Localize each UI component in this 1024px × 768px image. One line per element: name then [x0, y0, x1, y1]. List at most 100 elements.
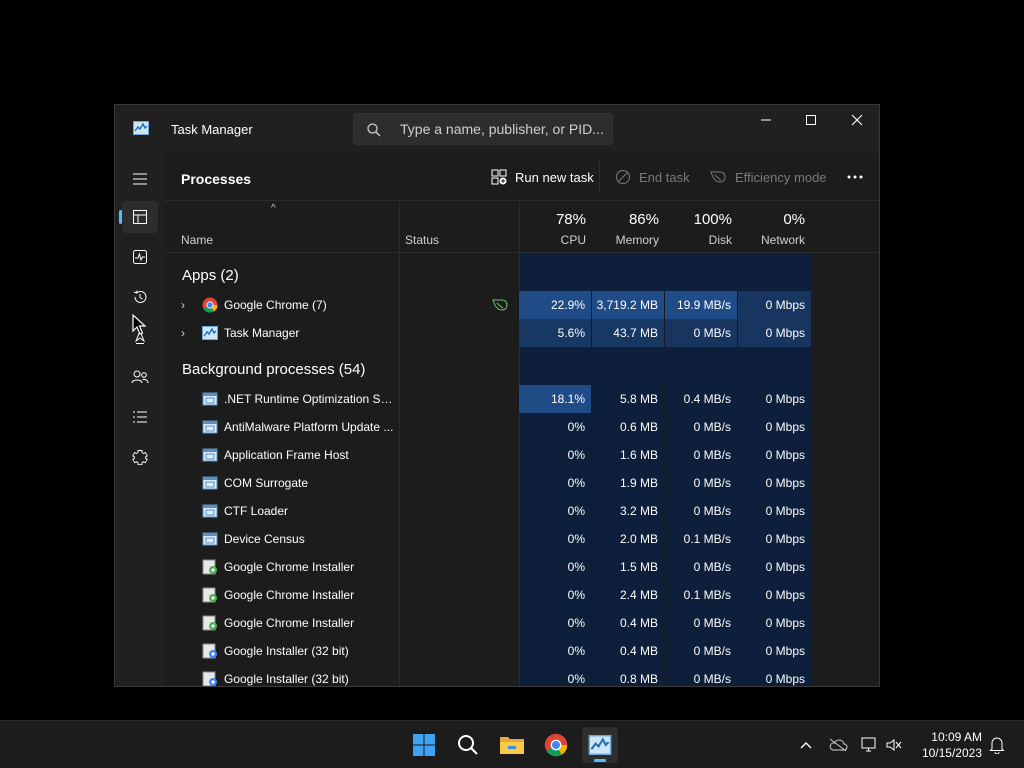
- installer-icon: [202, 615, 217, 631]
- efficiency-leaf-icon: [492, 299, 508, 311]
- process-row[interactable]: Google Chrome Installer 0% 1.5 MB 0 MB/s…: [165, 553, 879, 581]
- volume-tray-icon[interactable]: [884, 735, 904, 755]
- process-icon: [202, 448, 218, 462]
- disk-cell: 0.4 MB/s: [665, 385, 738, 413]
- process-row[interactable]: Google Chrome Installer 0% 2.4 MB 0.1 MB…: [165, 581, 879, 609]
- column-cpu-label: CPU: [560, 233, 586, 247]
- end-task-button[interactable]: End task: [615, 165, 690, 189]
- start-icon: [413, 734, 435, 756]
- more-options-button[interactable]: [841, 167, 869, 187]
- more-icon: [847, 175, 863, 179]
- process-row[interactable]: AntiMalware Platform Update ... 0% 0.6 M…: [165, 413, 879, 441]
- process-row[interactable]: Device Census 0% 2.0 MB 0.1 MB/s 0 Mbps: [165, 525, 879, 553]
- cpu-cell: 0%: [519, 665, 592, 686]
- search-box[interactable]: [353, 113, 613, 145]
- column-header-cpu[interactable]: 78% CPU: [519, 201, 592, 253]
- network-cell: 0 Mbps: [765, 504, 805, 518]
- disk-cell: 0 MB/s: [665, 469, 738, 497]
- hamburger-menu-button[interactable]: [122, 163, 158, 195]
- process-row[interactable]: Google Installer (32 bit) 0% 0.8 MB 0 MB…: [165, 665, 879, 686]
- notifications-button[interactable]: [987, 735, 1007, 755]
- nav-users[interactable]: [122, 361, 158, 393]
- clock[interactable]: 10:09 AM 10/15/2023: [916, 729, 982, 761]
- column-header-disk[interactable]: 100% Disk: [665, 201, 738, 253]
- cpu-total: 78%: [555, 211, 586, 228]
- column-network-label: Network: [760, 233, 805, 247]
- process-name: Google Installer (32 bit): [224, 672, 349, 686]
- column-status-label: Status: [405, 233, 440, 247]
- task-manager-taskbar-button[interactable]: [582, 727, 618, 763]
- cpu-cell: 5.6%: [519, 319, 592, 347]
- process-name: Google Chrome Installer: [224, 588, 355, 602]
- task-manager-window: Task Manager Type a name, publisher, or …: [114, 104, 880, 687]
- process-row[interactable]: CTF Loader 0% 3.2 MB 0 MB/s 0 Mbps: [165, 497, 879, 525]
- nav-services[interactable]: [122, 441, 158, 473]
- network-cell: 0 Mbps: [765, 448, 805, 462]
- memory-cell: 3,719.2 MB: [592, 291, 665, 319]
- process-name: Google Installer (32 bit): [224, 644, 349, 658]
- page-title: Processes: [181, 171, 252, 187]
- show-hidden-icons-button[interactable]: [796, 735, 816, 755]
- taskbar-search-button[interactable]: [450, 727, 486, 763]
- process-name: Device Census: [224, 532, 305, 546]
- installer-icon: [202, 587, 217, 603]
- chevron-up-icon: [800, 742, 812, 749]
- search-icon: [458, 735, 478, 755]
- process-row[interactable]: Google Chrome Installer 0% 0.4 MB 0 MB/s…: [165, 609, 879, 637]
- maximize-button[interactable]: [788, 105, 834, 135]
- network-tray-icon[interactable]: [860, 735, 880, 755]
- column-header-status[interactable]: Status: [399, 201, 519, 253]
- network-cell: 0 Mbps: [765, 420, 805, 434]
- expand-chevron-icon[interactable]: ›: [181, 298, 193, 312]
- mouse-cursor-icon: [132, 314, 147, 335]
- minimize-button[interactable]: [743, 105, 789, 135]
- chrome-icon: [544, 733, 568, 757]
- disk-total: 100%: [693, 211, 732, 228]
- memory-cell: 3.2 MB: [592, 497, 665, 525]
- process-row[interactable]: COM Surrogate 0% 1.9 MB 0 MB/s 0 Mbps: [165, 469, 879, 497]
- memory-cell: 0.4 MB: [592, 637, 665, 665]
- disk-cell: 0 MB/s: [665, 609, 738, 637]
- maximize-icon: [806, 115, 816, 125]
- chrome-taskbar-button[interactable]: [538, 727, 574, 763]
- cpu-cell: 0%: [519, 581, 592, 609]
- close-button[interactable]: [834, 105, 879, 135]
- process-name: CTF Loader: [224, 504, 289, 518]
- process-row[interactable]: Google Installer (32 bit) 0% 0.4 MB 0 MB…: [165, 637, 879, 665]
- process-icon: [202, 532, 218, 546]
- nav-processes[interactable]: [119, 201, 158, 233]
- cpu-cell: 0%: [519, 469, 592, 497]
- cpu-cell: 0%: [519, 525, 592, 553]
- process-row[interactable]: .NET Runtime Optimization Se... 18.1% 5.…: [165, 385, 879, 413]
- column-header-name[interactable]: ^ Name: [165, 201, 399, 253]
- users-icon: [131, 370, 149, 384]
- onedrive-tray-icon[interactable]: [828, 735, 848, 755]
- process-list: Apps (2) › Google Chrome (7) 22.9% 3,719…: [165, 253, 879, 686]
- expand-chevron-icon[interactable]: ›: [181, 326, 193, 340]
- process-row[interactable]: › Task Manager 5.6% 43.7 MB 0 MB/s 0 Mbp…: [165, 319, 879, 347]
- nav-app-history[interactable]: [122, 281, 158, 313]
- network-total: 0%: [783, 211, 805, 228]
- search-input[interactable]: [400, 114, 605, 144]
- installer-icon: [202, 643, 217, 659]
- toolbar-divider: [599, 161, 600, 193]
- file-explorer-button[interactable]: [494, 727, 530, 763]
- network-cell: 0 Mbps: [765, 560, 805, 574]
- efficiency-mode-button[interactable]: Efficiency mode: [709, 165, 827, 189]
- disk-cell: 19.9 MB/s: [665, 291, 738, 319]
- taskbar: 10:09 AM 10/15/2023: [0, 720, 1024, 768]
- column-disk-label: Disk: [708, 233, 732, 247]
- processes-icon: [133, 210, 147, 224]
- column-header-memory[interactable]: 86% Memory: [592, 201, 665, 253]
- process-icon: [202, 476, 218, 490]
- nav-performance[interactable]: [122, 241, 158, 273]
- start-button[interactable]: [406, 727, 442, 763]
- run-new-task-icon: [491, 169, 507, 185]
- column-header-network[interactable]: 0% Network: [738, 201, 811, 253]
- process-row[interactable]: Application Frame Host 0% 1.6 MB 0 MB/s …: [165, 441, 879, 469]
- memory-total: 86%: [628, 211, 659, 228]
- hamburger-menu-icon: [133, 173, 147, 185]
- run-new-task-button[interactable]: Run new task: [491, 165, 594, 189]
- process-row[interactable]: › Google Chrome (7) 22.9% 3,719.2 MB 19.…: [165, 291, 879, 319]
- nav-details[interactable]: [122, 401, 158, 433]
